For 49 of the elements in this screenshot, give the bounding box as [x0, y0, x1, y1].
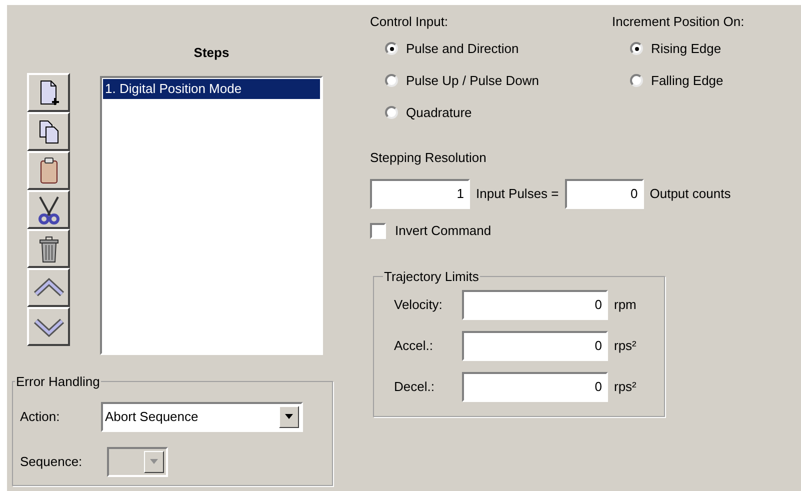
action-label: Action:	[20, 408, 61, 426]
stepping-resolution-label: Stepping Resolution	[370, 148, 488, 167]
page-add-icon	[38, 78, 60, 106]
toolbar-button[interactable]	[27, 112, 70, 151]
scissors-icon	[36, 194, 62, 224]
input-field[interactable]: 0	[462, 372, 608, 402]
toolbar-button[interactable]	[27, 229, 70, 268]
dropdown[interactable]: Abort Sequence	[101, 402, 303, 432]
group-title: Error Handling	[15, 373, 101, 391]
radio-label: Rising Edge	[651, 40, 722, 58]
invert-command-checkbox[interactable]	[370, 222, 386, 239]
toolbar-button[interactable]	[27, 151, 70, 190]
sequence-label: Sequence:	[20, 452, 84, 471]
field-label: Accel.:	[394, 337, 434, 356]
increment-position-label: Increment Position On:	[612, 13, 744, 31]
output-counts-label: Output counts	[650, 185, 731, 204]
clipboard-icon	[38, 156, 58, 184]
radio-label: Pulse Up / Pulse Down	[406, 72, 539, 90]
trash-icon	[36, 234, 60, 264]
toolbar-button[interactable]	[27, 307, 70, 346]
invert-command-label: Invert Command	[395, 222, 492, 240]
input-field[interactable]: 0	[564, 179, 644, 209]
radio-button[interactable]	[385, 42, 398, 55]
input-pulses-label: Input Pulses =	[476, 185, 559, 204]
chevron-down-icon	[34, 316, 64, 336]
unit-label: rps²	[614, 378, 636, 396]
input-field[interactable]: 0	[462, 331, 608, 361]
list-item[interactable]: 1. Digital Position Mode	[103, 79, 320, 99]
radio-button[interactable]	[385, 106, 398, 119]
toolbar-button[interactable]	[27, 268, 70, 307]
toolbar-button[interactable]	[27, 190, 70, 229]
steps-heading: Steps	[194, 45, 230, 60]
group-title: Trajectory Limits	[383, 268, 480, 286]
radio-button[interactable]	[630, 74, 643, 87]
field-label: Decel.:	[394, 378, 436, 396]
field-label: Velocity:	[394, 296, 444, 314]
radio-button[interactable]	[630, 42, 643, 55]
radio-label: Pulse and Direction	[406, 40, 519, 58]
input-field[interactable]: 1	[370, 179, 470, 209]
unit-label: rps²	[614, 337, 636, 356]
copy-icon	[38, 118, 60, 144]
chevron-up-icon	[34, 278, 64, 298]
input-field[interactable]: 0	[462, 290, 608, 320]
toolbar-button[interactable]	[27, 73, 70, 112]
radio-button[interactable]	[385, 74, 398, 87]
control-input-label: Control Input:	[370, 13, 450, 31]
radio-label: Quadrature	[406, 104, 472, 122]
radio-label: Falling Edge	[651, 72, 724, 90]
unit-label: rpm	[614, 296, 636, 314]
